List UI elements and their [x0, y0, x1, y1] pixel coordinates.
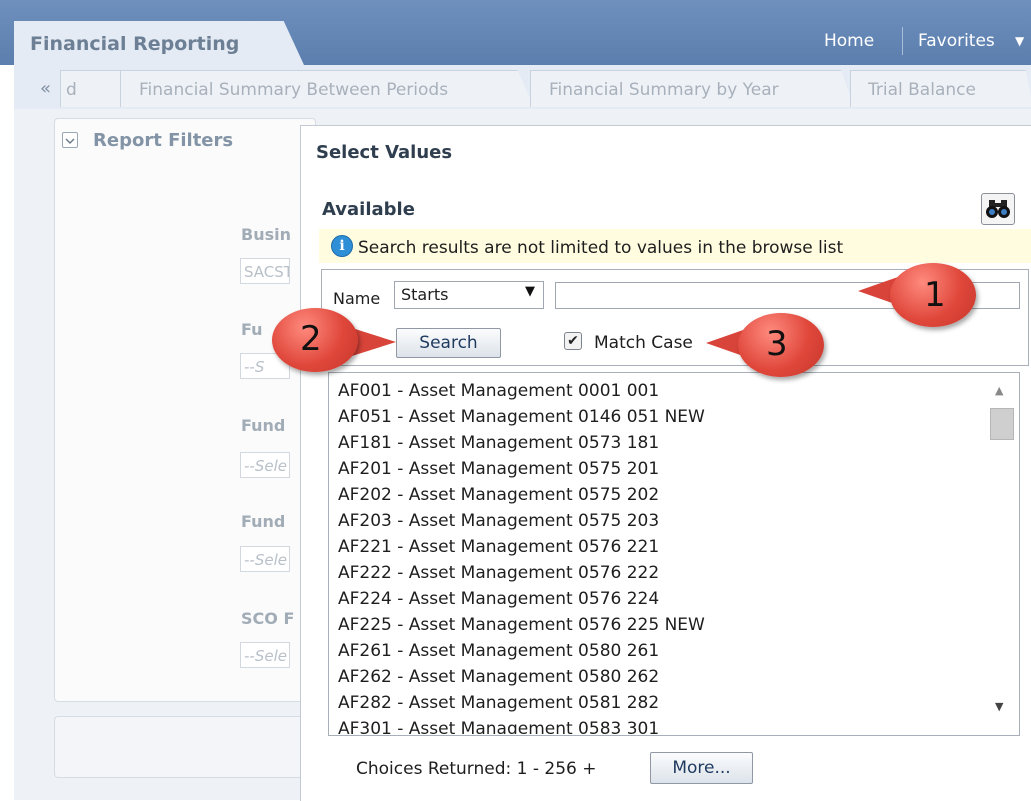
- list-item[interactable]: AF261 - Asset Management 0580 261: [338, 638, 978, 664]
- filter-field[interactable]: SACST: [240, 258, 290, 284]
- scroll-up-icon[interactable]: ▲: [995, 384, 1003, 397]
- collapse-chevron-icon[interactable]: [62, 132, 78, 148]
- tab-label: d: [66, 80, 77, 100]
- filter-field[interactable]: --Sele: [240, 546, 290, 572]
- filter-label: Busin: [241, 225, 291, 244]
- double-chevron-left-icon[interactable]: «: [40, 78, 51, 99]
- filter-label: Fund: [241, 416, 286, 435]
- lower-panel: [54, 716, 316, 778]
- tab-label: Financial Summary by Year: [549, 80, 779, 100]
- info-text: Search results are not limited to values…: [358, 238, 844, 258]
- filter-label: SCO F: [241, 609, 295, 628]
- dropdown-arrow-icon[interactable]: ▼: [525, 284, 535, 299]
- list-item[interactable]: AF202 - Asset Management 0575 202: [338, 482, 978, 508]
- list-item[interactable]: AF203 - Asset Management 0575 203: [338, 508, 978, 534]
- chevron-down-icon[interactable]: ▼: [1015, 34, 1024, 48]
- match-case-checkbox[interactable]: ✔: [564, 332, 582, 350]
- scroll-down-icon[interactable]: ▼: [995, 700, 1003, 713]
- favorites-menu[interactable]: Favorites: [918, 31, 995, 51]
- filter-label: Fund: [241, 512, 286, 531]
- list-item[interactable]: AF051 - Asset Management 0146 051 NEW: [338, 404, 978, 430]
- home-link[interactable]: Home: [824, 31, 874, 51]
- list-item[interactable]: AF262 - Asset Management 0580 262: [338, 664, 978, 690]
- list-item[interactable]: AF301 - Asset Management 0583 301: [338, 716, 978, 734]
- list-item[interactable]: AF225 - Asset Management 0576 225 NEW: [338, 612, 978, 638]
- info-icon: i: [331, 235, 353, 257]
- header-separator: [902, 27, 903, 55]
- callout-number: 2: [300, 319, 322, 359]
- name-label: Name: [333, 289, 381, 308]
- list-item[interactable]: AF001 - Asset Management 0001 001: [338, 378, 978, 404]
- filter-field[interactable]: --Sele: [240, 452, 290, 478]
- more-button[interactable]: More...: [650, 752, 753, 784]
- binoculars-icon[interactable]: [981, 193, 1015, 225]
- search-button[interactable]: Search: [396, 328, 501, 358]
- callout-tail: [352, 328, 396, 356]
- app-title: Financial Reporting: [30, 33, 240, 55]
- callout-number: 1: [924, 275, 946, 315]
- operator-value: Starts: [401, 285, 449, 304]
- filter-label: Fu: [241, 320, 263, 339]
- dialog-title: Select Values: [316, 142, 453, 163]
- report-filters-title: Report Filters: [93, 130, 234, 151]
- values-list[interactable]: AF001 - Asset Management 0001 001 AF051 …: [338, 378, 978, 734]
- list-item[interactable]: AF222 - Asset Management 0576 222: [338, 560, 978, 586]
- callout-number: 3: [766, 324, 788, 364]
- scrollbar-thumb[interactable]: [990, 408, 1014, 440]
- tab-label: Financial Summary Between Periods: [139, 80, 449, 100]
- available-title: Available: [322, 199, 415, 220]
- list-item[interactable]: AF181 - Asset Management 0573 181: [338, 430, 978, 456]
- choices-returned: Choices Returned: 1 - 256 +: [356, 759, 597, 779]
- list-item[interactable]: AF201 - Asset Management 0575 201: [338, 456, 978, 482]
- tab-label: Trial Balance: [868, 80, 976, 100]
- list-item[interactable]: AF221 - Asset Management 0576 221: [338, 534, 978, 560]
- filter-field[interactable]: --Sele: [240, 642, 290, 668]
- match-case-label: Match Case: [594, 333, 693, 353]
- list-item[interactable]: AF224 - Asset Management 0576 224: [338, 586, 978, 612]
- list-item[interactable]: AF282 - Asset Management 0581 282: [338, 690, 978, 716]
